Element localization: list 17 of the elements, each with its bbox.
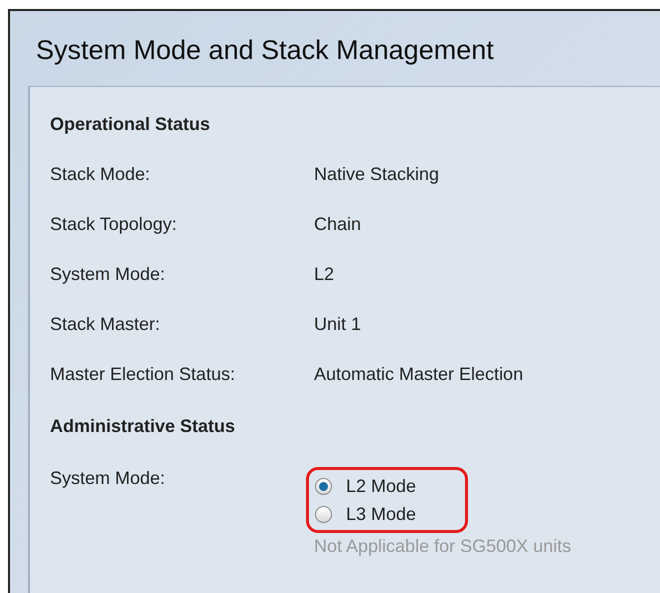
field-label: System Mode: xyxy=(50,263,166,285)
field-value: Native Stacking xyxy=(314,163,440,185)
field-label: Stack Mode: xyxy=(50,163,152,185)
field-value: Unit 1 xyxy=(314,313,362,335)
section-heading: Administrative Status xyxy=(50,415,236,437)
radio-option[interactable]: L3 Mode xyxy=(315,503,459,525)
field-value: Chain xyxy=(314,213,362,235)
field-label: Master Election Status: xyxy=(50,363,236,385)
field-label: System Mode: xyxy=(50,467,166,489)
field-label: Stack Master: xyxy=(50,313,162,335)
field-value: L2 xyxy=(314,263,334,285)
section-heading: Operational Status xyxy=(50,113,210,135)
field-label: Stack Topology: xyxy=(50,213,178,235)
radio-option[interactable]: L2 Mode xyxy=(315,475,459,497)
note-text: Not Applicable for SG500X units xyxy=(314,535,572,557)
field-value: Automatic Master Election xyxy=(314,363,524,385)
page-title: System Mode and Stack Management xyxy=(36,37,494,64)
